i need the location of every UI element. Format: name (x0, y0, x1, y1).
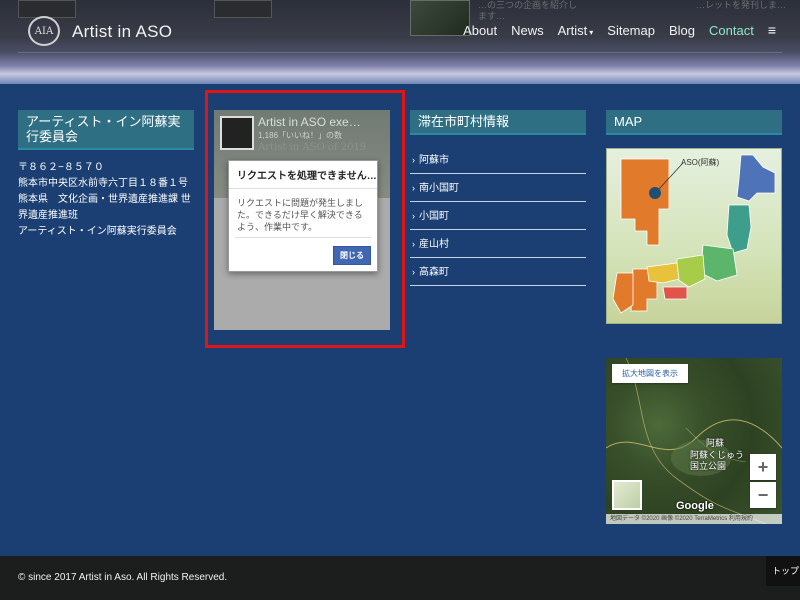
back-to-top-button[interactable]: トップ (766, 556, 800, 586)
organization-heading: アーティスト・イン阿蘇実行委員会 (18, 110, 194, 150)
site-logo[interactable]: AIA (28, 16, 60, 46)
address-line: 〒８６２−８５７０ (18, 162, 104, 173)
nav-blog[interactable]: Blog (669, 23, 695, 38)
municipality-label: 阿蘇市 (419, 155, 449, 166)
municipality-link[interactable]: › 高森町 (410, 258, 586, 286)
municipality-link[interactable]: › 小国町 (410, 202, 586, 230)
chevron-right-icon: › (412, 239, 415, 249)
site-header: …の三つの企画を紹介します… …レットを発刊しま… AIA Artist in … (0, 0, 800, 84)
map-attribution: 地図データ ©2020 画像 ©2020 TerraMetrics 利用規約 (606, 514, 782, 524)
nav-news[interactable]: News (511, 23, 544, 38)
header-photo (410, 0, 470, 36)
map-place-label: 阿蘇 (706, 438, 725, 448)
municipality-list: › 阿蘇市 › 南小国町 › 小国町 › 産山村 › 高森町 (410, 146, 586, 286)
municipalities-heading: 滞在市町村情報 (410, 110, 586, 135)
japan-region-map: ASO(阿蘇) (606, 148, 782, 324)
main-nav: About News Artist ▾ Sitemap Blog Contact … (463, 22, 776, 38)
nav-artist-label: Artist (557, 22, 588, 38)
header-divider (18, 52, 782, 53)
header-bg-text: …レットを発刊しま… (696, 0, 787, 10)
nav-about[interactable]: About (463, 23, 497, 38)
municipality-label: 高森町 (419, 267, 449, 278)
chevron-down-icon: ▾ (589, 27, 594, 37)
map-pin-label: ASO(阿蘇) (681, 158, 720, 167)
map-type-toggle[interactable] (612, 480, 642, 510)
chevron-right-icon: › (412, 267, 415, 277)
address-line: 熊本県 文化企画・世界遺産推進課 世界遺産推進班 (18, 194, 191, 221)
chevron-right-icon: › (412, 183, 415, 193)
zoom-out-button[interactable]: − (750, 482, 776, 508)
highlight-box (205, 90, 405, 348)
map-place-label: 阿蘇くじゅう国立公園 (690, 450, 745, 471)
google-logo: Google (676, 500, 714, 512)
municipality-label: 南小国町 (419, 183, 459, 194)
municipality-label: 産山村 (419, 239, 449, 250)
copyright-text: © since 2017 Artist in Aso. All Rights R… (18, 572, 228, 583)
hamburger-menu-icon[interactable]: ≡ (768, 22, 776, 38)
site-title[interactable]: Artist in ASO (72, 22, 172, 42)
logo-text: AIA (34, 25, 54, 37)
municipality-link[interactable]: › 阿蘇市 (410, 146, 586, 174)
zoom-in-button[interactable]: + (750, 454, 776, 480)
nav-artist[interactable]: Artist ▾ (558, 23, 594, 38)
chevron-right-icon: › (412, 211, 415, 221)
nav-contact[interactable]: Contact (709, 23, 754, 38)
address-line: 熊本市中央区水前寺六丁目１８番１号 (18, 178, 188, 189)
map-heading: MAP (606, 110, 782, 135)
site-footer: © since 2017 Artist in Aso. All Rights R… (0, 556, 800, 600)
nav-sitemap[interactable]: Sitemap (607, 23, 655, 38)
municipality-label: 小国町 (419, 211, 449, 222)
chevron-right-icon: › (412, 155, 415, 165)
municipality-link[interactable]: › 南小国町 (410, 174, 586, 202)
address-line: アーティスト・イン阿蘇実行委員会 (18, 226, 177, 237)
header-bg-text: …の三つの企画を紹介します… (478, 0, 578, 21)
header-thumbnail (214, 0, 272, 18)
japan-map-illustration (612, 154, 776, 314)
enlarge-map-link[interactable]: 拡大地図を表示 (612, 364, 688, 383)
municipality-link[interactable]: › 産山村 (410, 230, 586, 258)
google-map-embed[interactable]: 拡大地図を表示 阿蘇 阿蘇くじゅう国立公園 + − Google 地図データ ©… (606, 358, 782, 524)
organization-address: 〒８６２−８５７０ 熊本市中央区水前寺六丁目１８番１号 熊本県 文化企画・世界遺… (18, 160, 200, 240)
